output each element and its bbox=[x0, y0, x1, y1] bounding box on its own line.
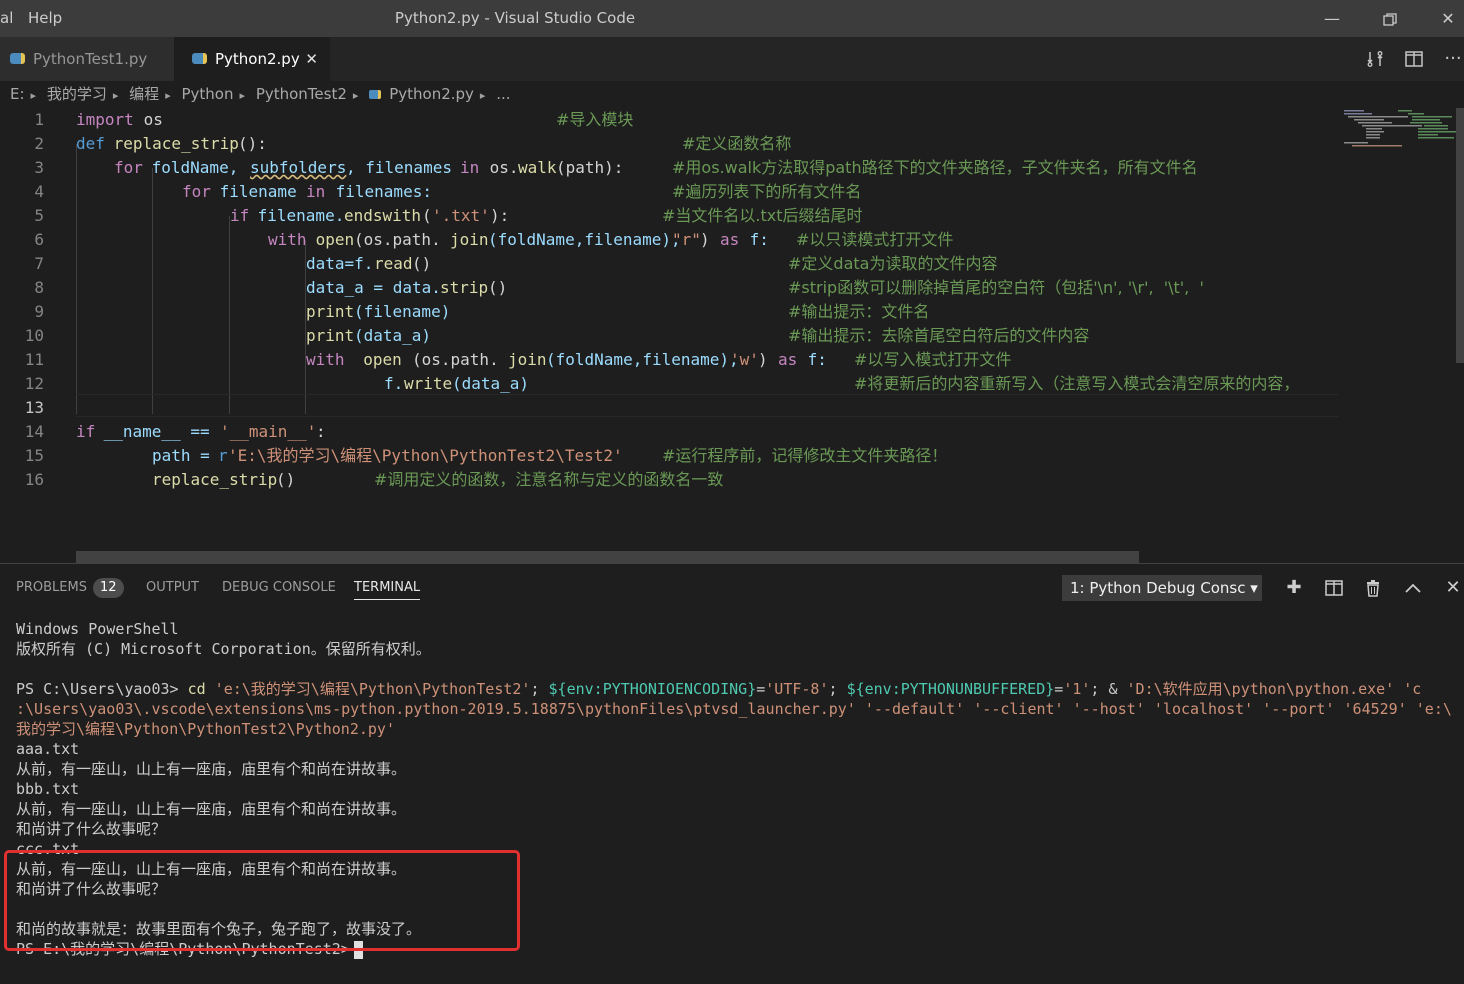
line-number: 15 bbox=[24, 446, 44, 465]
terminal-line: Windows PowerShell bbox=[16, 620, 179, 638]
line-number: 6 bbox=[34, 230, 44, 249]
vertical-scrollbar[interactable] bbox=[1456, 108, 1464, 363]
tab-label: Python2.py bbox=[215, 50, 300, 68]
tab-label: PROBLEMS bbox=[16, 580, 87, 595]
breadcrumb-item[interactable]: 编程 bbox=[129, 85, 159, 103]
restore-icon bbox=[1383, 12, 1397, 26]
terminal-select-dropdown[interactable]: 1: Python Debug Consc ▾ bbox=[1062, 575, 1262, 601]
code-line: def replace_strip (): #定义函数名称 bbox=[76, 134, 792, 153]
chevron-right-icon: ▸ bbox=[239, 89, 246, 102]
close-window-button[interactable]: ✕ bbox=[1418, 0, 1464, 37]
terminal-line: 和尚讲了什么故事呢？ bbox=[16, 820, 167, 838]
terminal-line: :\Users\yao03\.vscode\extensions\ms-pyth… bbox=[16, 700, 1452, 718]
code-line: print (filename) #输出提示：文件名 bbox=[306, 302, 930, 321]
python-file-icon bbox=[369, 90, 382, 99]
line-number: 3 bbox=[34, 158, 44, 177]
minimize-button[interactable]: — bbox=[1302, 0, 1362, 37]
code-line: path = r 'E:\我的学习\编程\Python\PythonTest2\T… bbox=[152, 446, 948, 465]
code-line: if filename. endswith('.txt'): #当文件名以.txt… bbox=[230, 206, 863, 225]
line-number: 4 bbox=[34, 182, 44, 201]
breadcrumb-item[interactable]: PythonTest2 bbox=[256, 85, 347, 103]
tab-problems[interactable]: PROBLEMS 12 bbox=[16, 577, 124, 599]
split-editor-icon[interactable] bbox=[1399, 37, 1429, 81]
editor-tab-bar: PythonTest1.py Python2.py ✕ bbox=[0, 37, 1464, 81]
code-line: with open (os.path. join (foldName,filename… bbox=[268, 230, 954, 249]
code-line: for filename in filenames: #遍历列表下的所有文件名 bbox=[182, 182, 862, 201]
line-number: 16 bbox=[24, 470, 44, 489]
code-line: replace_strip() #调用定义的函数，注意名称与定义的函数名一致 bbox=[152, 470, 724, 489]
chevron-right-icon: ▸ bbox=[30, 89, 37, 102]
title-bar: al Help Python2.py - Visual Studio Code … bbox=[0, 0, 1464, 37]
tab-label: PythonTest1.py bbox=[33, 50, 148, 68]
more-actions-icon[interactable]: ··· bbox=[1438, 37, 1464, 81]
breadcrumb-item[interactable]: Python2.py bbox=[389, 85, 474, 103]
chevron-right-icon: ▸ bbox=[479, 89, 486, 102]
line-number: 13 bbox=[24, 398, 44, 417]
terminal-line: aaa.txt bbox=[16, 740, 80, 758]
line-number: 7 bbox=[34, 254, 44, 273]
python-file-icon bbox=[192, 52, 207, 64]
breadcrumb-item[interactable]: Python bbox=[182, 85, 234, 103]
line-number: 1 bbox=[34, 110, 44, 129]
terminal-line: 从前，有一座山，山上有一座庙，庙里有个和尚在讲故事。 bbox=[16, 760, 407, 778]
maximize-button[interactable] bbox=[1360, 0, 1420, 37]
chevron-right-icon: ▸ bbox=[112, 89, 119, 102]
tab-output[interactable]: OUTPUT bbox=[146, 577, 199, 599]
code-line: for foldName, subfolders, filenames in o… bbox=[114, 158, 1198, 177]
chevron-right-icon: ▸ bbox=[352, 89, 359, 102]
maximize-panel-icon[interactable] bbox=[1398, 574, 1428, 602]
add-terminal-icon[interactable]: ✚ bbox=[1279, 574, 1309, 602]
window-title: Python2.py - Visual Studio Code bbox=[394, 9, 636, 27]
chevron-right-icon: ▸ bbox=[165, 89, 171, 102]
code-line: data_a = data. strip() #strip函数可以删除掉首尾的空白… bbox=[306, 278, 1204, 297]
line-number: 12 bbox=[24, 374, 44, 393]
close-panel-icon[interactable]: ✕ bbox=[1438, 574, 1464, 602]
tab-terminal[interactable]: TERMINAL bbox=[354, 577, 421, 600]
terminal-line: bbb.txt bbox=[16, 780, 80, 798]
line-number: 2 bbox=[34, 134, 44, 153]
code-line: print (data_a) #输出提示：去除首尾空白符后的文件内容 bbox=[306, 326, 1090, 345]
horizontal-scrollbar[interactable] bbox=[76, 551, 1139, 563]
line-number: 9 bbox=[34, 302, 44, 321]
breadcrumb-item[interactable]: ... bbox=[496, 85, 510, 103]
minimap[interactable] bbox=[1338, 108, 1464, 551]
split-terminal-icon[interactable] bbox=[1319, 574, 1349, 602]
close-tab-icon[interactable]: ✕ bbox=[305, 37, 318, 81]
tab-python2[interactable]: Python2.py ✕ bbox=[174, 37, 330, 81]
breadcrumb-item[interactable]: 我的学习 bbox=[47, 85, 107, 103]
terminal-line: 版权所有 (C) Microsoft Corporation。保留所有权利。 bbox=[16, 640, 431, 658]
line-number: 8 bbox=[34, 278, 44, 297]
terminal-line: 从前，有一座山，山上有一座庙，庙里有个和尚在讲故事。 bbox=[16, 800, 407, 818]
line-number: 14 bbox=[24, 422, 44, 441]
highlight-annotation-box bbox=[4, 850, 520, 951]
line-number: 11 bbox=[24, 350, 44, 369]
code-line: import os #导入模块 bbox=[76, 110, 634, 129]
code-line: with open (os.path. join (foldName,filename… bbox=[306, 350, 1012, 369]
breadcrumb-item[interactable]: E: bbox=[10, 85, 25, 103]
line-number: 5 bbox=[34, 206, 44, 225]
tab-debug-console[interactable]: DEBUG CONSOLE bbox=[222, 577, 336, 599]
code-line: f. write (data_a) #将更新后的内容重新写入（注意写入模式会清空原来… bbox=[384, 374, 1300, 393]
terminal-command-line: PS C:\Users\yao03> cd 'e:\我的学习\编程\Python… bbox=[16, 680, 1422, 698]
current-line-highlight bbox=[76, 394, 1338, 417]
trash-icon[interactable] bbox=[1358, 574, 1388, 602]
code-editor[interactable]: 1 2 3 4 5 6 7 8 9 10 11 12 13 14 15 16 i… bbox=[0, 108, 1338, 551]
terminal-line: 我的学习\编程\Python\PythonTest2\Python2.py' bbox=[16, 720, 395, 738]
code-line: if __name__ == '__main__': bbox=[76, 422, 326, 441]
code-line: data=f. read() #定义data为读取的文件内容 bbox=[306, 254, 998, 273]
open-changes-icon[interactable] bbox=[1360, 37, 1390, 81]
python-file-icon bbox=[10, 52, 25, 64]
tab-pythontest1[interactable]: PythonTest1.py bbox=[0, 37, 174, 81]
breadcrumb: E: ▸ 我的学习 ▸ 编程 ▸ Python ▸ PythonTest2 ▸ Pytho… bbox=[10, 81, 517, 108]
line-number: 10 bbox=[24, 326, 44, 345]
problems-count-badge: 12 bbox=[92, 578, 124, 598]
